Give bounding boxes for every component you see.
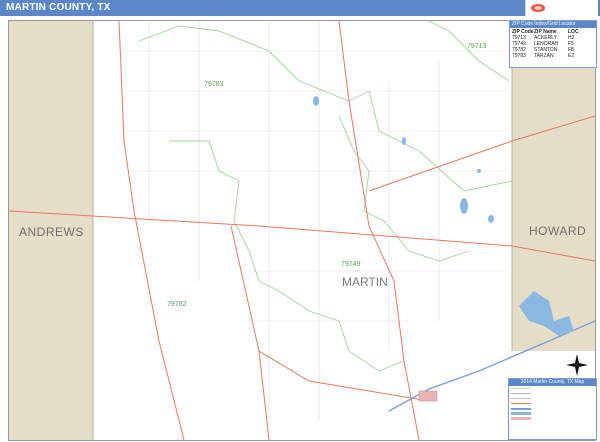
zip-label-79713: 79713 [467, 43, 487, 50]
map-legend: 2014 Martin County, TX Map [508, 378, 597, 440]
minor-roads [129, 21, 509, 421]
page-title: MARTIN COUNTY, TX [6, 2, 111, 13]
county-label-howard: HOWARD [529, 224, 587, 238]
zip-name-cell: TARZAN [534, 53, 554, 59]
title-bar: MARTIN COUNTY, TX [0, 0, 600, 16]
zip-label-79749: 79749 [341, 261, 361, 268]
zip-code-cell: 79783 [512, 53, 526, 59]
map-sales-logo-icon [525, 0, 598, 16]
table-row: 79783 TARZAN E2 [510, 53, 596, 59]
zip-label-79782: 79782 [167, 301, 187, 308]
zip-label-79783: 79783 [204, 81, 224, 88]
legend-title: 2014 Martin County, TX Map [509, 379, 596, 386]
stanton-town [418, 390, 438, 402]
county-label-martin: MARTIN [342, 275, 388, 289]
zip-code-table: ZIP Code Index/Grid Locator ZIP Code ZIP… [509, 20, 597, 68]
logo-globe-icon [531, 4, 545, 12]
compass-rose-icon [566, 354, 588, 376]
zip-loc-cell: E2 [568, 53, 575, 59]
zip-table-title: ZIP Code Index/Grid Locator [510, 21, 596, 28]
zip-table-header-row: ZIP Code ZIP Name LOC [510, 28, 596, 35]
legend-row [509, 416, 596, 421]
zip-boundaries [138, 21, 513, 372]
county-label-andrews: ANDREWS [19, 225, 84, 239]
